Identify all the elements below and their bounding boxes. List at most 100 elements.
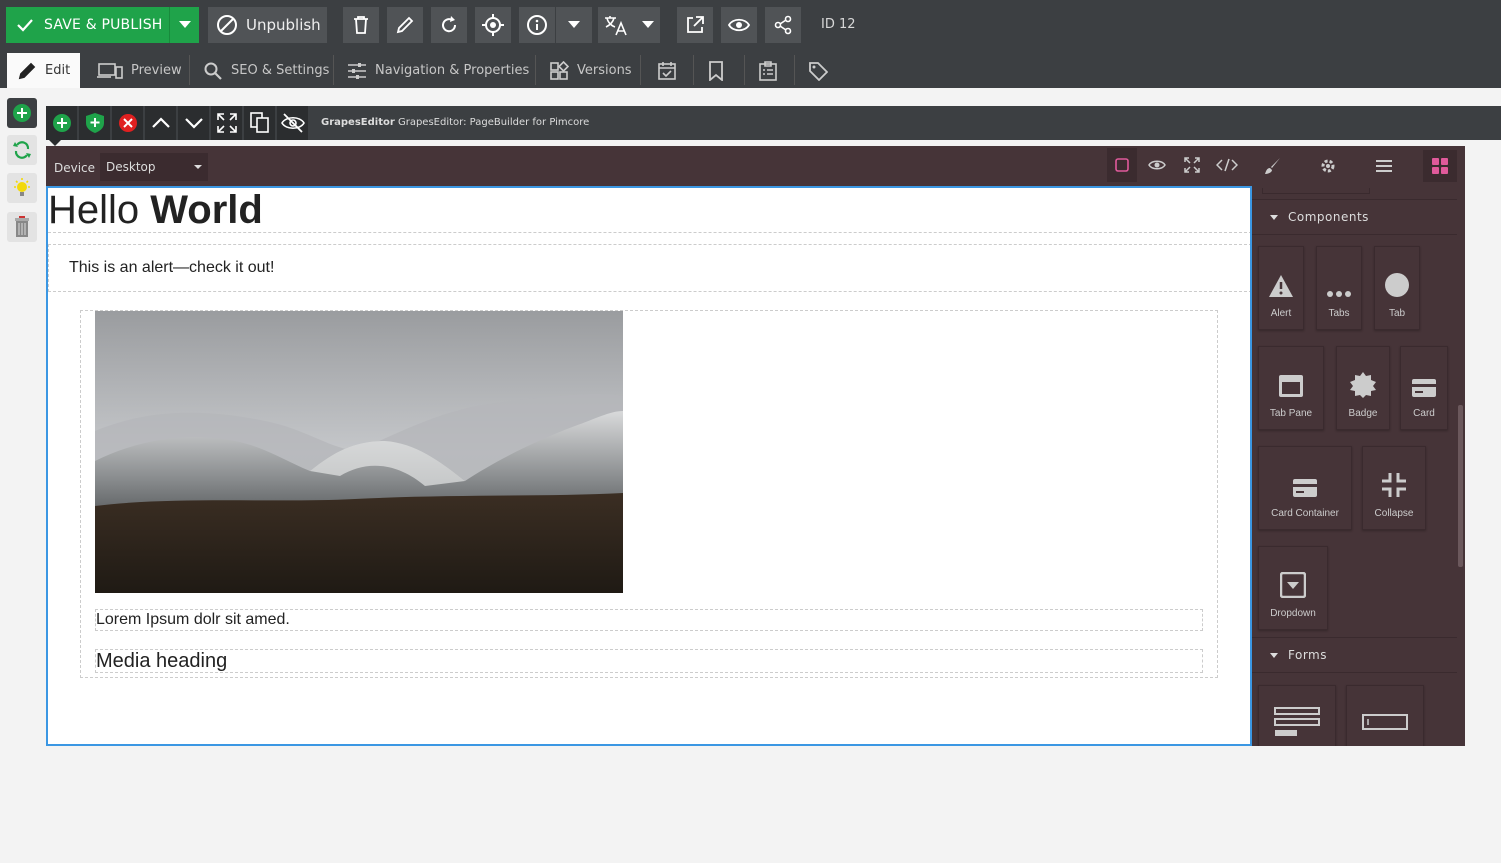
info-button[interactable] (519, 7, 555, 43)
category-forms[interactable]: Forms (1252, 637, 1457, 673)
copy-button[interactable] (244, 106, 276, 140)
hint-button[interactable] (7, 173, 37, 203)
collapse-icon (1382, 473, 1406, 497)
block-card-container[interactable]: Card Container (1258, 446, 1352, 530)
category-components[interactable]: Components (1252, 199, 1457, 235)
translate-button[interactable] (598, 7, 660, 43)
tag-icon (809, 61, 828, 81)
form-icon (1274, 707, 1320, 736)
move-up-button[interactable] (145, 106, 177, 140)
preview-mode-button[interactable] (1142, 148, 1172, 182)
trash-icon (354, 16, 368, 34)
share-button[interactable] (765, 7, 801, 43)
layer-manager-button[interactable] (1367, 150, 1401, 182)
recycle-bin-button[interactable] (7, 212, 37, 242)
blocks-button[interactable] (1423, 150, 1457, 182)
bookmark-icon (709, 60, 723, 81)
add-editable-button[interactable] (46, 106, 78, 140)
add-element-button[interactable] (7, 98, 37, 128)
blocks-panel: Components Alert Tabs Tab Tab Pane Badge… (1252, 188, 1465, 746)
block-form[interactable] (1258, 685, 1336, 746)
block-badge[interactable]: Badge (1336, 346, 1390, 430)
tab-divider (333, 55, 334, 85)
remove-block-button[interactable] (112, 106, 144, 140)
clipboard-icon (759, 60, 777, 81)
pencil-icon (396, 16, 414, 34)
caret-down-icon (1270, 214, 1278, 220)
mountain-image[interactable] (95, 311, 623, 593)
block-dropdown-label: Dropdown (1270, 608, 1316, 619)
caret-down-icon (178, 21, 191, 28)
block-tabs[interactable]: Tabs (1316, 246, 1362, 330)
tab-preview[interactable]: Preview (87, 53, 192, 88)
reload-button[interactable] (431, 7, 467, 43)
tab-navigation-properties[interactable]: Navigation & Properties (337, 53, 539, 88)
block-tab[interactable]: Tab (1374, 246, 1420, 330)
tab-seo-settings[interactable]: SEO & Settings (193, 53, 339, 88)
fullscreen-button[interactable] (211, 106, 243, 140)
media-body-text[interactable]: Lorem Ipsum dolr sit amed. (95, 609, 1203, 631)
block-card-container-label: Card Container (1271, 508, 1339, 519)
style-manager-button[interactable] (1256, 150, 1290, 182)
tab-schedule[interactable] (647, 53, 687, 88)
block-collapse[interactable]: Collapse (1362, 446, 1426, 530)
tab-seo-label: SEO & Settings (231, 63, 330, 78)
eye-icon (728, 18, 750, 32)
tab-edit-label: Edit (45, 63, 71, 78)
tab-edit[interactable]: Edit (7, 53, 81, 88)
document-id-label: ID 12 (821, 17, 856, 32)
view-code-button[interactable] (1212, 148, 1242, 182)
tab-bookmark[interactable] (698, 53, 734, 88)
pencil-icon (18, 62, 36, 79)
square-outline-icon (1115, 158, 1129, 172)
crosshair-icon (482, 14, 504, 36)
panel-scrollbar[interactable] (1458, 405, 1463, 567)
delete-button[interactable] (343, 7, 379, 43)
canvas-frame[interactable]: Hello World This is an alert—check it ou… (46, 186, 1252, 746)
block-card-label: Card (1413, 408, 1435, 419)
device-select[interactable]: Desktop (100, 153, 208, 181)
lightbulb-icon (14, 178, 30, 196)
heading-bold: World (150, 188, 263, 232)
device-label: Device (54, 161, 96, 175)
block-input[interactable] (1346, 685, 1424, 746)
media-object[interactable]: Lorem Ipsum dolr sit amed. Media heading (80, 310, 1218, 678)
tab-tags[interactable] (798, 53, 838, 88)
fullscreen-canvas-button[interactable] (1177, 148, 1207, 182)
save-publish-label: SAVE & PUBLISH (44, 17, 163, 33)
alert-component[interactable]: This is an alert—check it out! (48, 244, 1250, 292)
locate-button[interactable] (475, 7, 511, 43)
sync-button[interactable] (7, 135, 37, 165)
devices-icon (97, 62, 123, 79)
unpublish-label: Unpublish (246, 16, 321, 34)
caret-down-icon (1270, 652, 1278, 658)
move-down-button[interactable] (178, 106, 210, 140)
block-tab-pane[interactable]: Tab Pane (1258, 346, 1324, 430)
block-alert[interactable]: Alert (1258, 246, 1304, 330)
unpublish-button[interactable]: Unpublish (208, 7, 327, 43)
tab-versions[interactable]: Versions (539, 53, 642, 88)
media-heading[interactable]: Media heading (95, 649, 1203, 673)
sw-visibility-button[interactable] (1107, 148, 1137, 182)
check-icon (17, 19, 33, 32)
preview-button[interactable] (721, 7, 757, 43)
block-card[interactable]: Card (1400, 346, 1448, 430)
external-link-icon (687, 16, 704, 33)
rename-button[interactable] (387, 7, 423, 43)
more-options-dropdown[interactable] (556, 7, 592, 43)
toggle-visibility-button[interactable] (277, 106, 309, 140)
hello-world-heading[interactable]: Hello World (48, 188, 1250, 233)
block-tabs-label: Tabs (1328, 308, 1350, 319)
menu-icon (1376, 160, 1392, 172)
save-options-dropdown[interactable] (169, 7, 199, 43)
badge-icon (1350, 372, 1376, 398)
sliders-icon (348, 62, 366, 79)
tab-notes[interactable] (748, 53, 788, 88)
open-external-button[interactable] (677, 7, 713, 43)
block-dropdown[interactable]: Dropdown (1258, 546, 1328, 630)
save-publish-button[interactable]: SAVE & PUBLISH (6, 7, 171, 43)
editor-title: GrapesEditor GrapesEditor: PageBuilder f… (321, 117, 589, 128)
tab-divider (693, 55, 694, 85)
trait-manager-button[interactable] (1311, 150, 1345, 182)
add-block-button[interactable] (79, 106, 111, 140)
